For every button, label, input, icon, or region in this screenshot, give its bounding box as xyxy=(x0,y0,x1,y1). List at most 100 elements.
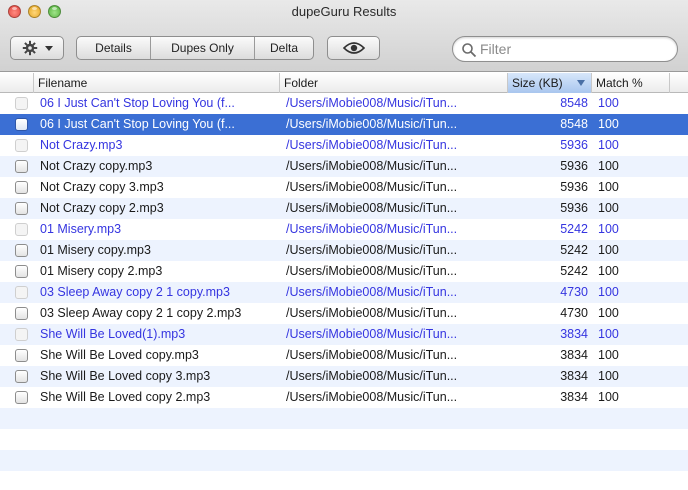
filename-cell: 03 Sleep Away copy 2 1 copy 2.mp3 xyxy=(40,306,242,320)
table-row[interactable]: 03 Sleep Away copy 2 1 copy 2.mp3/Users/… xyxy=(0,303,688,324)
filename-cell: Not Crazy copy 2.mp3 xyxy=(40,201,164,215)
table-row[interactable]: Not Crazy copy.mp3/Users/iMobie008/Music… xyxy=(0,156,688,177)
filename-cell: 01 Misery copy 2.mp3 xyxy=(40,264,163,278)
match-cell: 100 xyxy=(598,117,619,131)
size-cell: 5936 xyxy=(560,180,588,194)
size-cell: 5936 xyxy=(560,159,588,173)
dupes-only-button[interactable]: Dupes Only xyxy=(151,37,255,59)
folder-cell: /Users/iMobie008/Music/iTun... xyxy=(286,201,458,215)
table-row[interactable]: Not Crazy copy 3.mp3/Users/iMobie008/Mus… xyxy=(0,177,688,198)
table-row[interactable]: 06 I Just Can't Stop Loving You (f... /Us… xyxy=(0,93,688,114)
match-cell: 100 xyxy=(598,201,619,215)
match-cell: 100 xyxy=(598,306,619,320)
column-header-size-label: Size (KB) xyxy=(512,76,563,90)
filename-cell: 06 I Just Can't Stop Loving You (f... xyxy=(40,117,235,131)
table-row[interactable]: Not Crazy copy 2.mp3/Users/iMobie008/Mus… xyxy=(0,198,688,219)
table-row[interactable]: 03 Sleep Away copy 2 1 copy.mp3/Users/iM… xyxy=(0,282,688,303)
size-cell: 5936 xyxy=(560,201,588,215)
folder-cell: /Users/iMobie008/Music/iTun... xyxy=(286,138,458,152)
folder-cell: /Users/iMobie008/Music/iTun... xyxy=(286,390,458,404)
filename-cell: She Will Be Loved(1).mp3 xyxy=(40,327,186,341)
filename-cell: 03 Sleep Away copy 2 1 copy.mp3 xyxy=(40,285,230,299)
empty-row xyxy=(0,429,688,450)
results-table: Filename Folder Size (KB) Match % 06 I J… xyxy=(0,73,688,471)
size-cell: 4730 xyxy=(560,306,588,320)
eye-icon xyxy=(342,42,365,54)
match-cell: 100 xyxy=(598,369,619,383)
match-cell: 100 xyxy=(598,264,619,278)
mark-checkbox[interactable] xyxy=(15,370,28,383)
folder-cell: /Users/iMobie008/Music/iTun... xyxy=(286,96,458,110)
folder-cell: /Users/iMobie008/Music/iTun... xyxy=(286,159,458,173)
folder-cell: /Users/iMobie008/Music/iTun... xyxy=(286,348,458,362)
size-cell: 3834 xyxy=(560,390,588,404)
table-row[interactable]: She Will Be Loved copy 2.mp3/Users/iMobi… xyxy=(0,387,688,408)
size-cell: 3834 xyxy=(560,369,588,383)
column-header-filename[interactable]: Filename xyxy=(34,73,280,93)
table-row[interactable]: She Will Be Loved copy 3.mp3/Users/iMobi… xyxy=(0,366,688,387)
mark-checkbox[interactable] xyxy=(15,391,28,404)
filter-input[interactable] xyxy=(480,40,670,58)
delta-button[interactable]: Delta xyxy=(255,37,313,59)
size-cell: 4730 xyxy=(560,285,588,299)
size-cell: 8548 xyxy=(560,96,588,110)
filter-search-field[interactable] xyxy=(452,36,678,62)
match-cell: 100 xyxy=(598,390,619,404)
match-cell: 100 xyxy=(598,348,619,362)
size-cell: 5936 xyxy=(560,138,588,152)
match-cell: 100 xyxy=(598,222,619,236)
match-cell: 100 xyxy=(598,285,619,299)
details-button[interactable]: Details xyxy=(77,37,151,59)
table-row[interactable]: 01 Misery.mp3/Users/iMobie008/Music/iTun… xyxy=(0,219,688,240)
column-header-match[interactable]: Match % xyxy=(592,73,670,93)
table-row[interactable]: She Will Be Loved(1).mp3/Users/iMobie008… xyxy=(0,324,688,345)
mark-checkbox[interactable] xyxy=(15,202,28,215)
mark-checkbox[interactable] xyxy=(15,307,28,320)
size-cell: 3834 xyxy=(560,327,588,341)
mark-checkbox[interactable] xyxy=(15,349,28,362)
filename-cell: Not Crazy.mp3 xyxy=(40,138,123,152)
folder-cell: /Users/iMobie008/Music/iTun... xyxy=(286,117,458,131)
actions-menu-button[interactable] xyxy=(10,36,64,60)
table-row[interactable]: Not Crazy.mp3/Users/iMobie008/Music/iTun… xyxy=(0,135,688,156)
mark-checkbox[interactable] xyxy=(15,181,28,194)
table-row[interactable]: She Will Be Loved copy.mp3/Users/iMobie0… xyxy=(0,345,688,366)
table-row[interactable]: 01 Misery copy 2.mp3/Users/iMobie008/Mus… xyxy=(0,261,688,282)
mark-checkbox[interactable] xyxy=(15,265,28,278)
filename-cell: 01 Misery.mp3 xyxy=(40,222,122,236)
table-row[interactable]: 01 Misery copy.mp3/Users/iMobie008/Music… xyxy=(0,240,688,261)
size-cell: 5242 xyxy=(560,264,588,278)
chevron-down-icon xyxy=(44,45,53,51)
size-cell: 5242 xyxy=(560,243,588,257)
empty-row xyxy=(0,408,688,429)
quick-look-button[interactable] xyxy=(327,36,380,60)
folder-cell: /Users/iMobie008/Music/iTun... xyxy=(286,264,458,278)
match-cell: 100 xyxy=(598,138,619,152)
empty-row xyxy=(0,450,688,471)
table-row[interactable]: 06 I Just Can't Stop Loving You (f... /Us… xyxy=(0,114,688,135)
folder-cell: /Users/iMobie008/Music/iTun... xyxy=(286,285,458,299)
size-cell: 5242 xyxy=(560,222,588,236)
filename-cell: She Will Be Loved copy.mp3 xyxy=(40,348,199,362)
size-cell: 8548 xyxy=(560,117,588,131)
column-header-size[interactable]: Size (KB) xyxy=(508,73,592,93)
filename-cell: Not Crazy copy.mp3 xyxy=(40,159,153,173)
mark-checkbox[interactable] xyxy=(15,160,28,173)
folder-cell: /Users/iMobie008/Music/iTun... xyxy=(286,327,458,341)
column-header-marked[interactable] xyxy=(0,73,34,93)
mark-checkbox[interactable] xyxy=(15,118,28,131)
filename-cell: She Will Be Loved copy 2.mp3 xyxy=(40,390,211,404)
mark-checkbox[interactable] xyxy=(15,244,28,257)
column-header-folder[interactable]: Folder xyxy=(280,73,508,93)
folder-cell: /Users/iMobie008/Music/iTun... xyxy=(286,306,458,320)
mark-checkbox xyxy=(15,328,28,341)
folder-cell: /Users/iMobie008/Music/iTun... xyxy=(286,243,458,257)
size-cell: 3834 xyxy=(560,348,588,362)
folder-cell: /Users/iMobie008/Music/iTun... xyxy=(286,222,458,236)
results-window: dupeGuru Results Details Dupes Only Delt… xyxy=(0,0,688,490)
match-cell: 100 xyxy=(598,96,619,110)
view-mode-segmented-control: Details Dupes Only Delta xyxy=(76,36,314,60)
mark-checkbox xyxy=(15,97,28,110)
filename-cell: Not Crazy copy 3.mp3 xyxy=(40,180,164,194)
search-icon xyxy=(462,43,477,58)
